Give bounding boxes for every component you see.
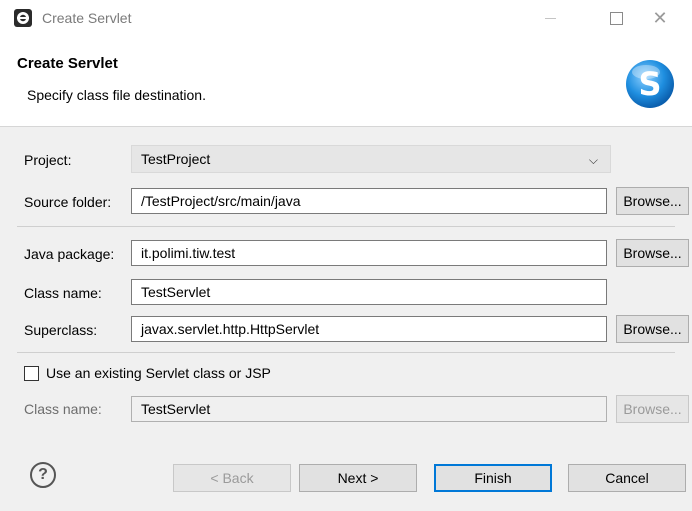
project-label: Project:	[24, 152, 72, 168]
wizard-banner: Create Servlet Specify class file destin…	[0, 38, 692, 127]
help-icon[interactable]: ?	[30, 462, 56, 488]
class-name-label: Class name:	[24, 285, 102, 301]
source-folder-label: Source folder:	[24, 194, 112, 210]
superclass-browse-button[interactable]: Browse...	[616, 315, 689, 343]
superclass-field[interactable]: javax.servlet.http.HttpServlet	[131, 316, 607, 342]
use-existing-checkbox[interactable]	[24, 366, 39, 381]
separator	[17, 226, 675, 227]
project-combo[interactable]: TestProject ⌵	[131, 145, 611, 173]
next-button[interactable]: Next >	[299, 464, 417, 492]
finish-button[interactable]: Finish	[434, 464, 552, 492]
java-package-label: Java package:	[24, 246, 115, 262]
source-folder-field[interactable]: /TestProject/src/main/java	[131, 188, 607, 214]
source-folder-browse-button[interactable]: Browse...	[616, 187, 689, 215]
wizard-subtitle: Specify class file destination.	[27, 87, 206, 103]
existing-class-browse-button: Browse...	[616, 395, 689, 423]
minimize-icon[interactable]	[528, 4, 572, 32]
cancel-button[interactable]: Cancel	[568, 464, 686, 492]
back-button: < Back	[173, 464, 291, 492]
chevron-down-icon: ⌵	[588, 153, 598, 167]
existing-class-name-field: TestServlet	[131, 396, 607, 422]
maximize-icon[interactable]	[594, 4, 638, 32]
close-icon[interactable]: ✕	[638, 4, 682, 32]
eclipse-app-icon	[14, 9, 32, 27]
separator	[17, 352, 675, 353]
project-combo-value: TestProject	[141, 151, 211, 167]
existing-class-name-label: Class name:	[24, 401, 102, 417]
servlet-logo-icon: S	[626, 60, 674, 108]
java-package-field[interactable]: it.polimi.tiw.test	[131, 240, 607, 266]
use-existing-label[interactable]: Use an existing Servlet class or JSP	[46, 365, 271, 381]
logo-letter: S	[638, 65, 661, 103]
superclass-label: Superclass:	[24, 322, 98, 338]
java-package-browse-button[interactable]: Browse...	[616, 239, 689, 267]
title-bar: Create Servlet ✕	[0, 0, 692, 38]
window-title: Create Servlet	[42, 10, 132, 26]
class-name-field[interactable]: TestServlet	[131, 279, 607, 305]
wizard-title: Create Servlet	[17, 55, 118, 72]
